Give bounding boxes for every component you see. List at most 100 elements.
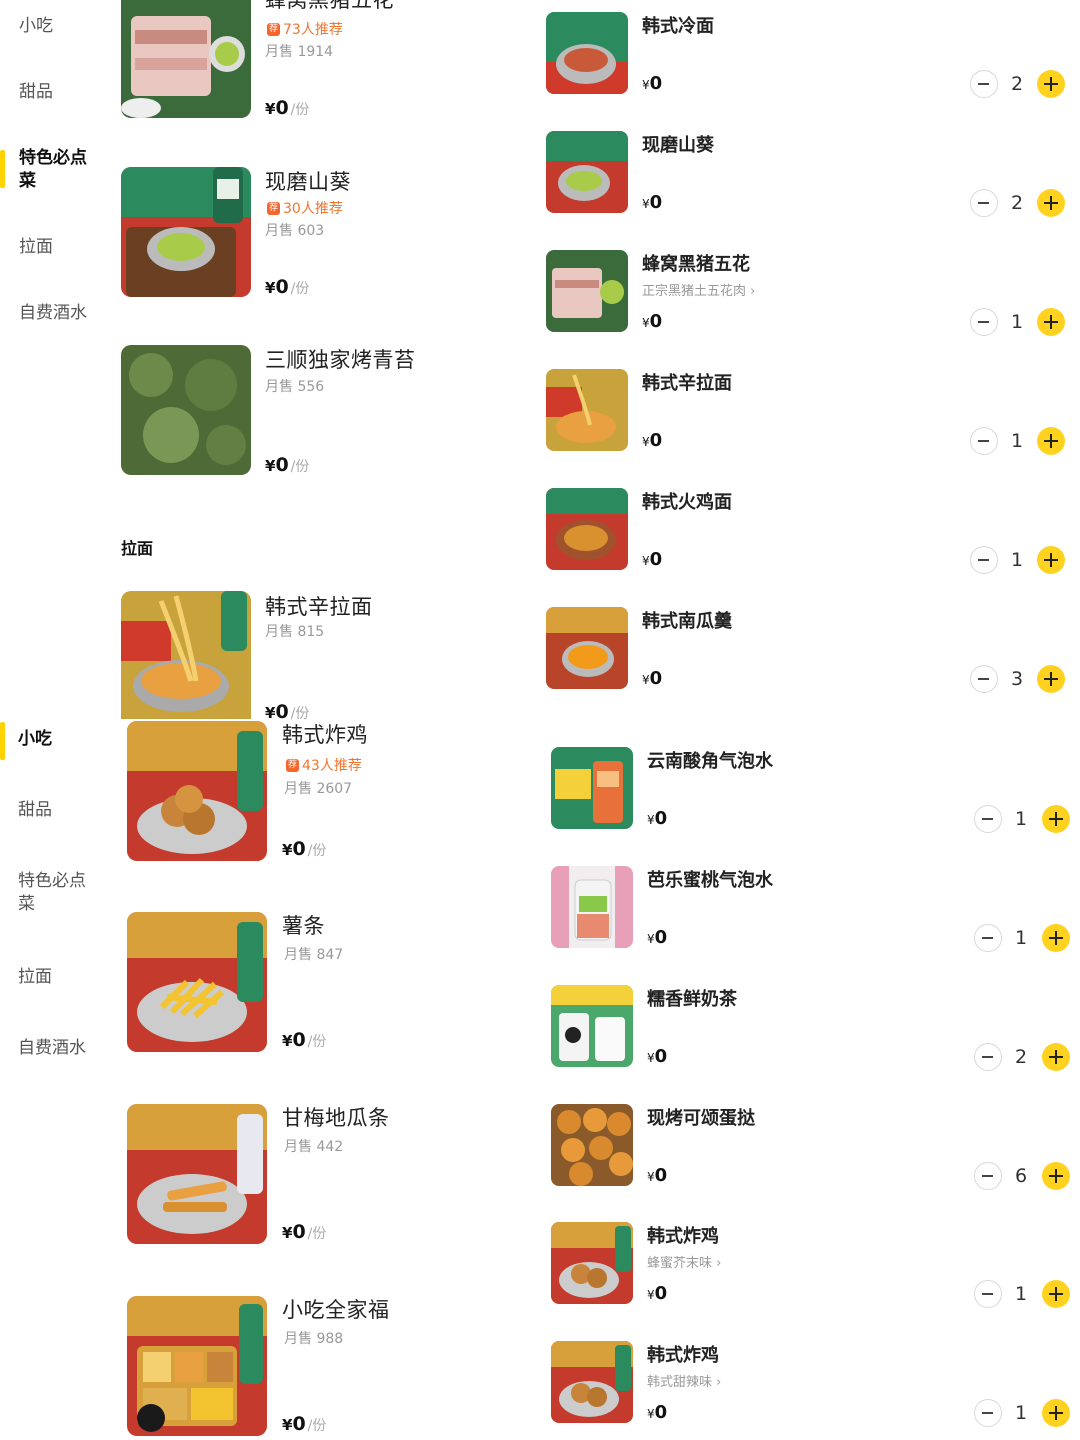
item-name: 现磨山葵 <box>265 170 351 194</box>
food-image <box>546 131 628 213</box>
nav-item-signature[interactable]: 特色必点菜 <box>18 870 96 916</box>
item-price: ¥0/份 <box>265 97 309 119</box>
increase-button[interactable] <box>1042 1280 1070 1308</box>
increase-button[interactable] <box>1042 1399 1070 1427</box>
decrease-button[interactable] <box>970 70 998 98</box>
food-image <box>121 345 251 475</box>
decrease-button[interactable] <box>974 1162 1002 1190</box>
price-value: 0 <box>654 808 668 829</box>
item-price: ¥0/份 <box>282 1413 326 1435</box>
increase-button[interactable] <box>1042 805 1070 833</box>
decrease-button[interactable] <box>970 546 998 574</box>
price-value: 0 <box>275 454 289 476</box>
food-image <box>546 250 628 332</box>
currency-symbol: ¥ <box>642 554 650 568</box>
item-price: ¥0/份 <box>282 1029 326 1051</box>
nav-item-drinks[interactable]: 自费酒水 <box>18 1037 108 1060</box>
increase-button[interactable] <box>1037 189 1065 217</box>
food-image <box>546 488 628 570</box>
food-image <box>551 747 633 829</box>
cart-item: 韩式火鸡面 ¥0 1 <box>546 488 1080 588</box>
quantity-value: 2 <box>1014 1046 1028 1068</box>
price-unit: /份 <box>290 102 310 118</box>
increase-button[interactable] <box>1037 70 1065 98</box>
recommend-badge: 荐 30人推荐 <box>267 198 343 218</box>
increase-button[interactable] <box>1037 546 1065 574</box>
increase-button[interactable] <box>1042 924 1070 952</box>
food-image <box>551 1104 633 1186</box>
item-spec[interactable]: 韩式甜辣味 › <box>647 1371 721 1390</box>
recommend-icon: 荐 <box>267 201 280 215</box>
menu-item[interactable]: 蜂窝黑猪五花 荐 73人推荐 月售 1914 ¥0/份 <box>121 0 541 120</box>
nav-item-signature[interactable]: 特色必点菜 <box>19 147 91 193</box>
cart-item: 韩式辛拉面 ¥0 1 <box>546 369 1080 469</box>
item-price: ¥0 <box>647 1402 667 1423</box>
nav-item-desserts[interactable]: 甜品 <box>18 799 108 822</box>
currency-symbol: ¥ <box>642 316 650 330</box>
price-unit: /份 <box>290 281 310 297</box>
recommend-text: 30人推荐 <box>283 201 343 217</box>
nav-item-desserts[interactable]: 甜品 <box>19 81 109 104</box>
item-sales: 月售 2607 <box>284 781 353 797</box>
decrease-button[interactable] <box>974 1043 1002 1071</box>
price-value: 0 <box>649 668 663 689</box>
item-name: 韩式炸鸡 <box>647 1226 719 1247</box>
nav-item-ramen[interactable]: 拉面 <box>19 236 109 259</box>
food-image <box>546 12 628 94</box>
increase-button[interactable] <box>1037 308 1065 336</box>
menu-item[interactable]: 薯条 月售 847 ¥0/份 <box>127 912 547 1052</box>
recommend-badge: 荐 73人推荐 <box>267 19 343 39</box>
nav-item-drinks[interactable]: 自费酒水 <box>19 302 109 325</box>
cart-item: 现烤可颂蛋挞 ¥0 6 <box>551 1104 1080 1204</box>
cart-item: 芭乐蜜桃气泡水 ¥0 1 <box>551 866 1080 966</box>
item-price: ¥0 <box>647 808 667 829</box>
price-value: 0 <box>649 192 663 213</box>
food-image <box>546 369 628 451</box>
nav-item-snacks[interactable]: 小吃 <box>18 728 108 751</box>
increase-button[interactable] <box>1042 1043 1070 1071</box>
decrease-button[interactable] <box>970 665 998 693</box>
nav-item-snacks[interactable]: 小吃 <box>19 15 109 38</box>
quantity-value: 1 <box>1014 808 1028 830</box>
decrease-button[interactable] <box>974 1399 1002 1427</box>
menu-item[interactable]: 小吃全家福 月售 988 ¥0/份 <box>127 1296 547 1436</box>
cart-item: 韩式炸鸡 蜂蜜芥末味 › ¥0 1 <box>551 1222 1080 1322</box>
currency-symbol: ¥ <box>265 279 276 297</box>
item-name: 薯条 <box>282 914 325 938</box>
nav-item-ramen[interactable]: 拉面 <box>18 966 108 989</box>
price-value: 0 <box>654 1046 668 1067</box>
recommend-text: 73人推荐 <box>283 22 343 38</box>
menu-item[interactable]: 三顺独家烤青苔 月售 556 ¥0/份 <box>121 345 541 477</box>
decrease-button[interactable] <box>970 189 998 217</box>
decrease-button[interactable] <box>974 1280 1002 1308</box>
increase-button[interactable] <box>1042 1162 1070 1190</box>
decrease-button[interactable] <box>974 924 1002 952</box>
item-price: ¥0 <box>642 430 662 451</box>
cart-item: 现磨山葵 ¥0 2 <box>546 131 1080 231</box>
quantity-value: 1 <box>1014 1283 1028 1305</box>
item-spec[interactable]: 蜂蜜芥末味 › <box>647 1252 721 1271</box>
recommend-badge: 荐 43人推荐 <box>286 755 362 775</box>
quantity-value: 1 <box>1010 549 1024 571</box>
menu-item[interactable]: 韩式辛拉面 月售 815 ¥0/份 <box>121 591 541 723</box>
menu-item[interactable]: 甘梅地瓜条 月售 442 ¥0/份 <box>127 1104 547 1244</box>
food-image <box>551 1222 633 1304</box>
menu-item[interactable]: 韩式炸鸡 荐 43人推荐 月售 2607 ¥0/份 <box>127 721 547 861</box>
currency-symbol: ¥ <box>647 1407 655 1421</box>
price-value: 0 <box>649 430 663 451</box>
quantity-value: 1 <box>1010 311 1024 333</box>
decrease-button[interactable] <box>970 427 998 455</box>
cart-item: 云南酸角气泡水 ¥0 1 <box>551 747 1080 847</box>
price-value: 0 <box>292 1221 306 1243</box>
item-spec[interactable]: 正宗黑猪土五花肉 › <box>642 280 755 299</box>
food-image <box>546 607 628 689</box>
currency-symbol: ¥ <box>647 1170 655 1184</box>
cart-item: 蜂窝黑猪五花 正宗黑猪土五花肉 › ¥0 1 <box>546 250 1080 350</box>
cart-item: 糯香鲜奶茶 ¥0 2 <box>551 985 1080 1085</box>
increase-button[interactable] <box>1037 427 1065 455</box>
increase-button[interactable] <box>1037 665 1065 693</box>
menu-item[interactable]: 现磨山葵 荐 30人推荐 月售 603 ¥0/份 <box>121 167 541 299</box>
item-name: 韩式炸鸡 <box>647 1345 719 1366</box>
decrease-button[interactable] <box>970 308 998 336</box>
decrease-button[interactable] <box>974 805 1002 833</box>
